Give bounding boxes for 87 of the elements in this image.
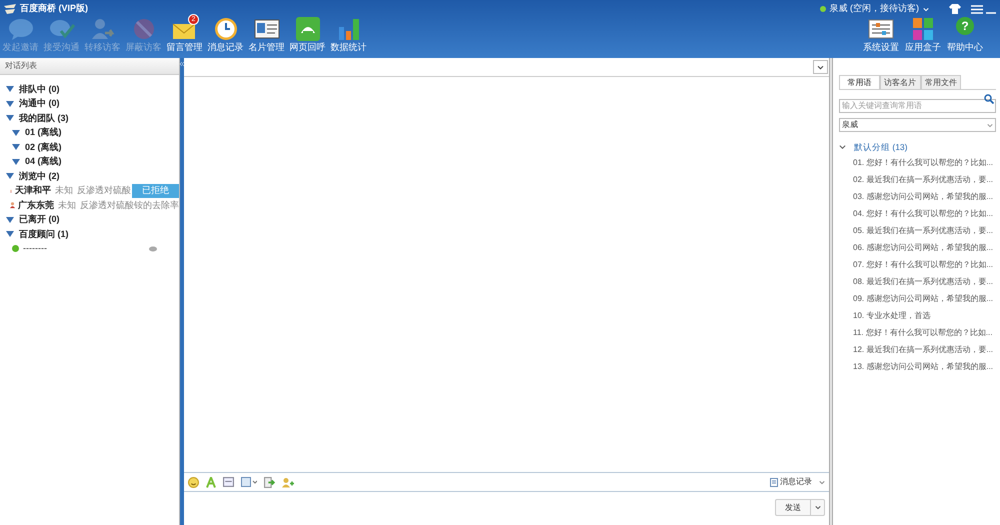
phrase-item[interactable]: 01. 您好！有什么我可以帮您的？比如... — [839, 154, 996, 171]
visitor-location: 广东东莞 — [18, 198, 54, 212]
clock-icon — [212, 16, 238, 40]
toolbar-button[interactable]: 数据统计 — [328, 16, 369, 56]
phrase-item[interactable]: 03. 感谢您访问公司网站，希望我的服... — [839, 188, 996, 205]
caret-icon[interactable] — [12, 158, 20, 165]
phrase-item[interactable]: 10. 专业水处理，首选 — [839, 307, 996, 324]
visitor-row[interactable]: 广东东莞 未知 反渗透对硫酸铵的去除率 — [0, 198, 179, 212]
expand-chevron-icon[interactable] — [839, 144, 846, 150]
tree-group-label[interactable]: 01 (离线) — [25, 126, 62, 140]
visitor-search-text: 反渗透对硫酸铵的去除率 — [80, 198, 179, 212]
send-button[interactable]: 发送 — [775, 499, 811, 516]
chevron-down-icon[interactable] — [819, 480, 825, 484]
user-add-icon[interactable] — [282, 476, 294, 488]
agent-name[interactable]: -------- — [23, 242, 149, 256]
phrase-item[interactable]: 12. 最近我们在搞一系列优惠活动，要... — [839, 341, 996, 358]
window-title: 百度商桥 (VIP版) — [20, 2, 88, 16]
phrase-item[interactable]: 02. 最近我们在搞一系列优惠活动，要... — [839, 171, 996, 188]
caret-icon[interactable] — [6, 86, 14, 92]
user-arrow-icon — [90, 16, 116, 40]
tree-group-label[interactable]: 浏览中 (2) — [19, 170, 60, 183]
caret-icon[interactable] — [6, 216, 14, 223]
search-field[interactable]: 输入关键词查询常用语 — [839, 98, 996, 112]
app-grid-icon — [910, 16, 936, 40]
screenshot-icon[interactable] — [223, 477, 234, 487]
phone-icon — [294, 16, 320, 40]
caret-icon[interactable] — [6, 231, 14, 238]
tree-group-label[interactable]: 我的团队 (3) — [19, 112, 68, 125]
person-icon — [10, 200, 15, 210]
chevron-down-icon — [987, 122, 993, 128]
tree-group-label[interactable]: 02 (离线) — [25, 140, 62, 154]
capture-icon[interactable] — [241, 477, 257, 487]
user-status-dropdown[interactable]: 泉威 (空闲，接待访客) — [830, 2, 929, 16]
app-logo-icon — [4, 4, 16, 14]
send-options-button[interactable] — [811, 499, 825, 516]
tab[interactable]: 常用文件 — [920, 75, 962, 89]
phrase-item[interactable]: 11. 您好！有什么我可以帮您的？比如... — [839, 324, 996, 341]
tab[interactable]: 常用语 — [839, 75, 880, 89]
tree-group-label[interactable]: 04 (离线) — [25, 155, 62, 168]
chevron-down-icon — [923, 6, 929, 12]
help-icon: ? — [956, 16, 974, 34]
speech-bubble-icon — [8, 16, 34, 40]
smiley-icon[interactable] — [188, 476, 199, 488]
panel-title: 对话列表 — [5, 60, 37, 72]
tree-group-label[interactable]: 沟通中 (0) — [19, 97, 60, 110]
toolbar-button[interactable]: 系统设置 — [860, 16, 902, 56]
toolbar-button[interactable]: 应用盒子 — [902, 16, 944, 56]
visitor-status: 未知 — [55, 184, 73, 197]
caret-icon[interactable] — [6, 173, 14, 180]
document-icon — [770, 478, 778, 486]
menu-icon[interactable] — [971, 4, 983, 14]
owner-select[interactable]: 泉威 — [839, 118, 996, 132]
phrase-item[interactable]: 04. 您好！有什么我可以帮您的？比如... — [839, 205, 996, 222]
history-button[interactable]: 消息记录 — [780, 476, 812, 488]
chat-icon — [149, 246, 157, 252]
phrase-item[interactable]: 08. 最近我们在搞一系列优惠活动，要... — [839, 273, 996, 290]
toolbar-button[interactable]: ? 帮助中心 — [944, 16, 986, 56]
tree-group-label[interactable]: 百度顾问 (1) — [19, 228, 68, 241]
dropdown-button[interactable] — [813, 60, 828, 74]
shirt-icon[interactable] — [949, 4, 961, 14]
toolbar-button[interactable]: 名片管理 — [246, 16, 287, 56]
caret-icon[interactable] — [12, 144, 20, 150]
collapse-icon[interactable] — [180, 62, 184, 66]
sliders-icon — [868, 16, 894, 40]
caret-icon[interactable] — [6, 100, 14, 107]
search-icon[interactable] — [984, 94, 994, 104]
phrase-group-label[interactable]: 默认分组 (13) — [854, 140, 908, 154]
phrase-item[interactable]: 07. 您好！有什么我可以帮您的？比如... — [839, 256, 996, 273]
phrase-item[interactable]: 13. 感谢您访问公司网站，希望我的服... — [839, 358, 996, 375]
tab[interactable]: 访客名片 — [880, 75, 921, 89]
caret-icon[interactable] — [12, 130, 20, 136]
visitor-location: 天津和平 — [15, 184, 51, 197]
phrase-item[interactable]: 05. 最近我们在搞一系列优惠活动，要... — [839, 222, 996, 239]
tree-group-label[interactable]: 已离开 (0) — [19, 213, 60, 226]
phrase-item[interactable]: 09. 感谢您访问公司网站，希望我的服... — [839, 290, 996, 307]
rejected-tag: 已拒绝 — [132, 184, 179, 198]
visitor-search-text: 反渗透对硫酸 — [77, 184, 131, 197]
phrase-item[interactable]: 06. 感谢您访问公司网站，希望我的服... — [839, 239, 996, 256]
chevron-down-icon — [814, 505, 820, 510]
tree-group-label[interactable]: 排队中 (0) — [19, 82, 60, 96]
toolbar-button[interactable]: 消息记录 — [205, 16, 246, 56]
visitor-status: 未知 — [58, 198, 76, 212]
id-card-icon — [254, 16, 280, 40]
chevron-down-icon — [817, 64, 824, 70]
visitor-row[interactable]: 天津和平 未知 反渗透对硫酸 已拒绝 — [0, 184, 179, 198]
toolbar-button[interactable]: 网页回呼 — [287, 16, 328, 56]
caret-icon[interactable] — [6, 115, 14, 122]
